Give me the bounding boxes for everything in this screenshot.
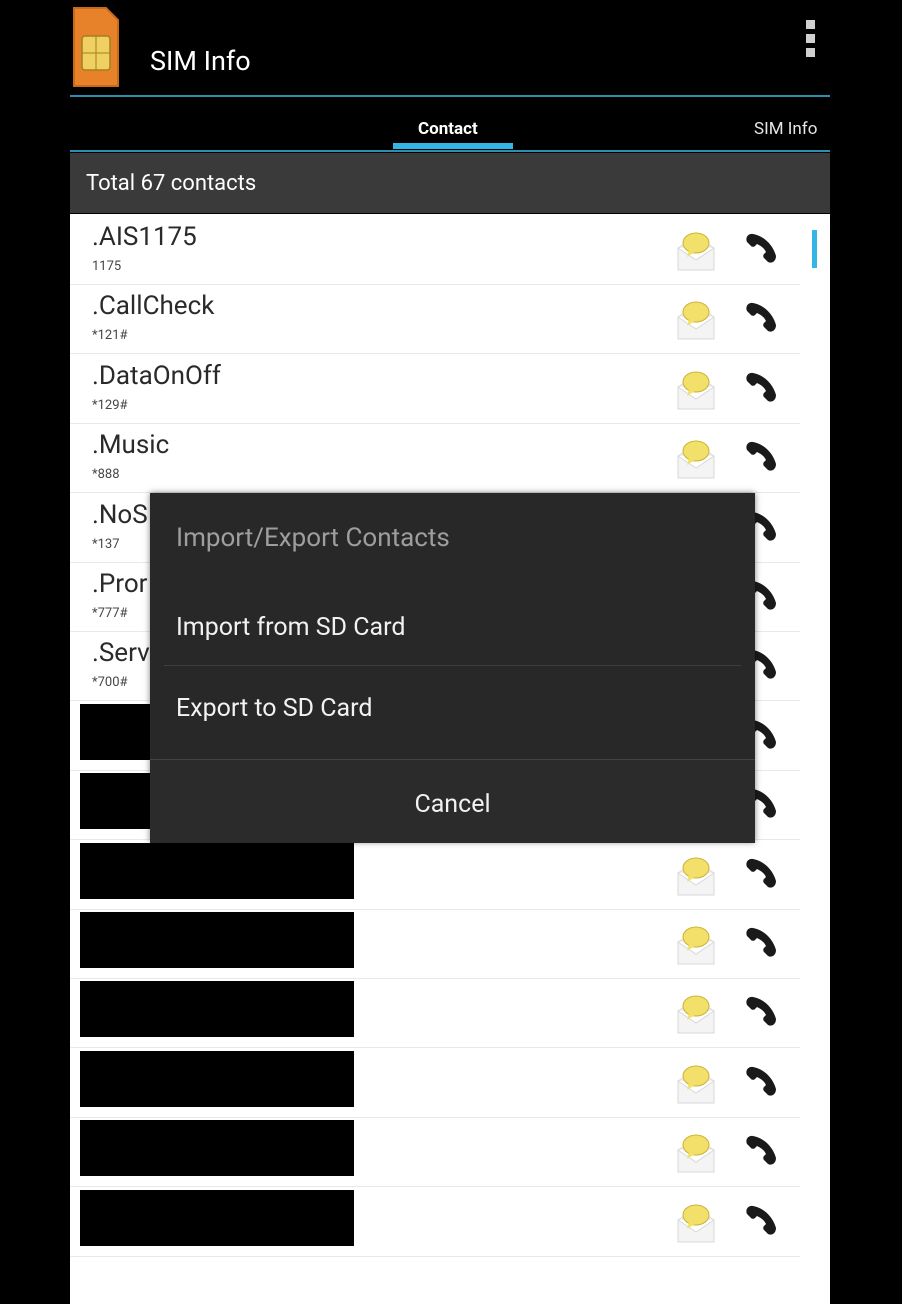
- contact-name: .DataOnOff: [92, 360, 221, 391]
- message-icon[interactable]: [675, 989, 717, 1037]
- contact-row[interactable]: .CallCheck *121#: [70, 283, 800, 355]
- redacted-contact-block: [80, 1050, 354, 1107]
- import-from-sd-button[interactable]: Import from SD Card: [176, 613, 405, 642]
- message-icon[interactable]: [675, 920, 717, 968]
- overflow-menu-icon[interactable]: [804, 20, 816, 64]
- message-icon[interactable]: [675, 851, 717, 899]
- redacted-contact-block: [80, 1189, 354, 1246]
- contact-number: 1175: [92, 259, 122, 274]
- contact-row[interactable]: [70, 839, 800, 910]
- message-icon[interactable]: [675, 226, 717, 274]
- phone-icon[interactable]: [742, 853, 782, 893]
- dialog-title: Import/Export Contacts: [176, 523, 450, 553]
- cancel-label: Cancel: [414, 790, 491, 819]
- redacted-contact-block: [80, 981, 354, 1038]
- sim-card-icon: [73, 7, 119, 87]
- message-icon[interactable]: [675, 1059, 717, 1107]
- tab-indicator: [393, 143, 513, 149]
- app-title: SIM Info: [150, 45, 251, 77]
- contact-name: .Pror: [92, 569, 148, 599]
- phone-icon[interactable]: [742, 436, 782, 476]
- scrollbar-thumb[interactable]: [812, 230, 817, 268]
- cancel-button[interactable]: Cancel: [150, 759, 755, 843]
- redacted-contact-block: [80, 842, 354, 899]
- import-export-dialog: Import/Export Contacts Import from SD Ca…: [150, 493, 755, 843]
- contact-number: *700#: [92, 675, 128, 691]
- redacted-contact-block: [80, 912, 354, 968]
- contact-row[interactable]: [70, 1047, 800, 1118]
- app-screen: SIM Info Contact SIM Info Total 67 conta…: [70, 0, 830, 1304]
- dialog-divider: [164, 665, 741, 666]
- contact-number: *121#: [92, 328, 128, 344]
- message-icon[interactable]: [675, 1128, 717, 1176]
- contact-name: .CallCheck: [92, 291, 215, 322]
- phone-icon[interactable]: [742, 991, 782, 1031]
- phone-icon[interactable]: [742, 367, 782, 407]
- phone-icon[interactable]: [742, 1061, 782, 1101]
- tab-bar: Contact SIM Info: [70, 97, 830, 153]
- contact-row[interactable]: [70, 1116, 800, 1188]
- contact-row[interactable]: [70, 977, 800, 1049]
- export-to-sd-button[interactable]: Export to SD Card: [176, 694, 372, 723]
- contact-row[interactable]: [70, 1186, 800, 1257]
- phone-icon[interactable]: [742, 297, 782, 337]
- contact-number: *137: [92, 536, 120, 552]
- action-bar: SIM Info: [70, 0, 830, 97]
- contact-name: .NoS: [92, 499, 148, 530]
- contact-row[interactable]: .Music *888: [70, 422, 800, 494]
- tab-contact[interactable]: Contact: [418, 119, 478, 139]
- tab-bar-divider: [70, 150, 830, 152]
- contact-number: *777#: [92, 606, 128, 621]
- message-icon[interactable]: [675, 365, 717, 413]
- phone-icon[interactable]: [742, 228, 782, 268]
- contact-name: .Serv: [92, 638, 150, 669]
- tab-sim-info[interactable]: SIM Info: [754, 119, 817, 139]
- contact-row[interactable]: [70, 908, 800, 979]
- message-icon[interactable]: [675, 295, 717, 343]
- contact-name: .AIS1175: [92, 222, 197, 252]
- contact-number: *129#: [92, 397, 128, 413]
- contacts-count-header: Total 67 contacts: [70, 153, 830, 213]
- contacts-count-label: Total 67 contacts: [86, 171, 257, 196]
- contact-number: *888: [92, 467, 120, 483]
- message-icon[interactable]: [675, 434, 717, 482]
- contact-row[interactable]: .DataOnOff *129#: [70, 353, 800, 424]
- contact-row[interactable]: .AIS1175 1175: [70, 214, 800, 285]
- redacted-contact-block: [80, 1120, 354, 1177]
- contact-name: .Music: [92, 430, 170, 461]
- phone-icon[interactable]: [742, 922, 782, 962]
- phone-icon[interactable]: [742, 1130, 782, 1170]
- phone-icon[interactable]: [742, 1200, 782, 1240]
- message-icon[interactable]: [675, 1198, 717, 1246]
